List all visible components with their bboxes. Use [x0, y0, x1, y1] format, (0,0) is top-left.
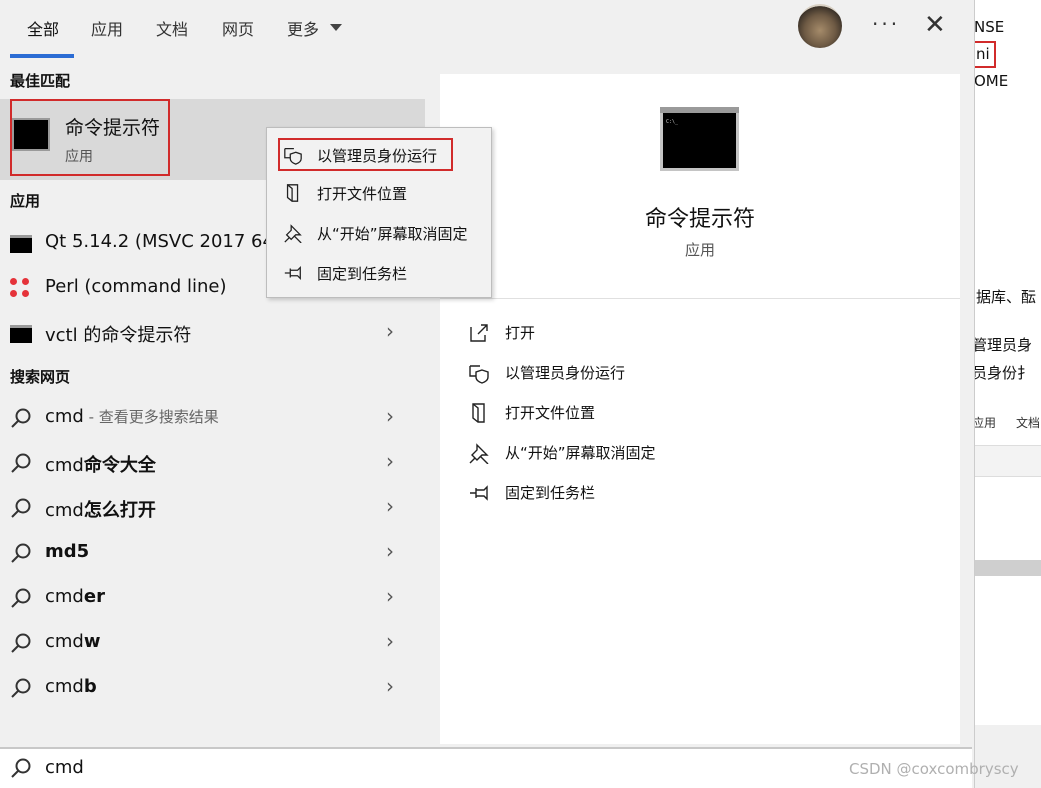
chevron-right-icon[interactable]: ›: [386, 629, 394, 653]
search-icon: [11, 498, 31, 518]
chevron-right-icon[interactable]: ›: [386, 494, 394, 518]
tab-more[interactable]: 更多: [287, 16, 319, 40]
detail-subtitle: 应用: [684, 241, 715, 259]
svg-text:C:\_: C:\_: [666, 119, 679, 125]
web-result-bold: b: [83, 676, 97, 697]
app-item-label: vctl 的命令提示符: [45, 325, 192, 346]
bg-tab-docs[interactable]: 文档: [1016, 414, 1040, 431]
context-item-label: 从“开始”屏幕取消固定: [317, 225, 468, 243]
web-result-bold: 命令大全: [83, 455, 156, 476]
web-result-2[interactable]: cmd怎么打开 ›: [0, 486, 425, 530]
perl-icon: [10, 278, 30, 298]
search-icon: [11, 678, 31, 698]
web-result-1[interactable]: cmd命令大全 ›: [0, 441, 425, 485]
terminal-icon: [10, 235, 32, 253]
search-box[interactable]: [0, 747, 972, 788]
unpin-icon: [284, 224, 302, 243]
web-result-6[interactable]: cmdb ›: [0, 666, 425, 710]
bg-text-1: NSE: [974, 18, 1005, 36]
context-unpin-from-start[interactable]: 从“开始”屏幕取消固定: [267, 216, 491, 250]
bg-text-6: 员身份扌: [972, 364, 1033, 382]
tab-apps[interactable]: 应用: [91, 16, 123, 40]
pin-icon: [470, 485, 488, 501]
web-result-text: cmd: [45, 500, 84, 521]
folder-icon: [286, 184, 299, 202]
bg-text-5: 管理员身: [972, 336, 1033, 354]
chevron-right-icon[interactable]: ›: [386, 584, 394, 608]
web-result-5[interactable]: cmdw ›: [0, 621, 425, 665]
app-item-label: Perl (command line): [45, 276, 227, 297]
unpin-icon: [469, 443, 489, 464]
web-result-bold: 怎么打开: [83, 500, 156, 521]
context-item-label: 固定到任务栏: [317, 265, 408, 283]
chevron-right-icon[interactable]: ›: [386, 449, 394, 473]
web-result-bold: w: [83, 631, 101, 652]
section-best-match: 最佳匹配: [10, 72, 71, 90]
web-result-text: cmd: [45, 406, 84, 427]
web-result-text: cmd: [45, 676, 84, 697]
search-icon: [11, 543, 31, 563]
bg-text-2: ni: [976, 45, 990, 63]
action-label: 固定到任务栏: [505, 484, 596, 502]
web-result-bold: md5: [45, 541, 90, 562]
search-icon: [11, 758, 31, 778]
watermark: CSDN @coxcombryscy: [849, 760, 1019, 778]
avatar[interactable]: [798, 4, 842, 48]
app-item-label: Qt 5.14.2 (MSVC 2017 64: [45, 231, 274, 252]
search-icon: [11, 633, 31, 653]
bg-text-3: OME: [974, 72, 1009, 90]
open-icon: [470, 324, 488, 342]
web-result-0[interactable]: cmd - 查看更多搜索结果 ›: [0, 396, 425, 440]
web-result-4[interactable]: cmder ›: [0, 576, 425, 620]
web-result-text: cmd: [45, 631, 84, 652]
search-input[interactable]: cmd: [45, 757, 84, 778]
action-label: 从“开始”屏幕取消固定: [505, 444, 656, 462]
context-item-label: 打开文件位置: [317, 185, 408, 203]
action-label: 以管理员身份运行: [505, 364, 626, 382]
web-result-bold: er: [83, 586, 105, 607]
tab-documents[interactable]: 文档: [156, 16, 188, 40]
section-apps: 应用: [10, 192, 41, 210]
web-result-hint: - 查看更多搜索结果: [83, 408, 219, 426]
section-web-search: 搜索网页: [10, 368, 71, 386]
web-result-text: cmd: [45, 455, 84, 476]
chevron-right-icon[interactable]: ›: [386, 404, 394, 428]
best-match-highlight-box: [10, 99, 170, 176]
action-label: 打开文件位置: [505, 404, 596, 422]
folder-icon: [472, 403, 485, 423]
shield-icon: [469, 365, 489, 384]
command-prompt-icon: C:\_: [660, 107, 739, 171]
active-tab-indicator: [10, 54, 74, 58]
app-item-vctl[interactable]: vctl 的命令提示符 ›: [0, 311, 425, 355]
detail-divider: [440, 298, 960, 299]
tab-web[interactable]: 网页: [222, 16, 254, 40]
context-highlight-box: [278, 138, 453, 171]
detail-title: 命令提示符: [644, 207, 755, 232]
bg-text-4: 据库、酝: [976, 288, 1037, 306]
search-icon: [11, 453, 31, 473]
bg-tab-apps[interactable]: 应用: [972, 414, 996, 431]
more-options-icon[interactable]: ···: [872, 12, 900, 36]
terminal-icon: [10, 325, 32, 343]
chevron-right-icon[interactable]: ›: [386, 674, 394, 698]
context-pin-to-taskbar[interactable]: 固定到任务栏: [267, 256, 491, 290]
caret-down-icon[interactable]: [330, 24, 342, 31]
search-icon: [11, 408, 31, 428]
search-icon: [11, 588, 31, 608]
web-result-3[interactable]: md5 ›: [0, 531, 425, 575]
chevron-right-icon[interactable]: ›: [386, 319, 394, 343]
pin-icon: [284, 266, 301, 280]
action-label: 打开: [505, 324, 536, 342]
web-result-text: cmd: [45, 586, 84, 607]
close-icon[interactable]: ✕: [924, 10, 946, 40]
context-open-file-location[interactable]: 打开文件位置: [267, 176, 491, 210]
tab-all[interactable]: 全部: [27, 16, 59, 40]
chevron-right-icon[interactable]: ›: [386, 539, 394, 563]
